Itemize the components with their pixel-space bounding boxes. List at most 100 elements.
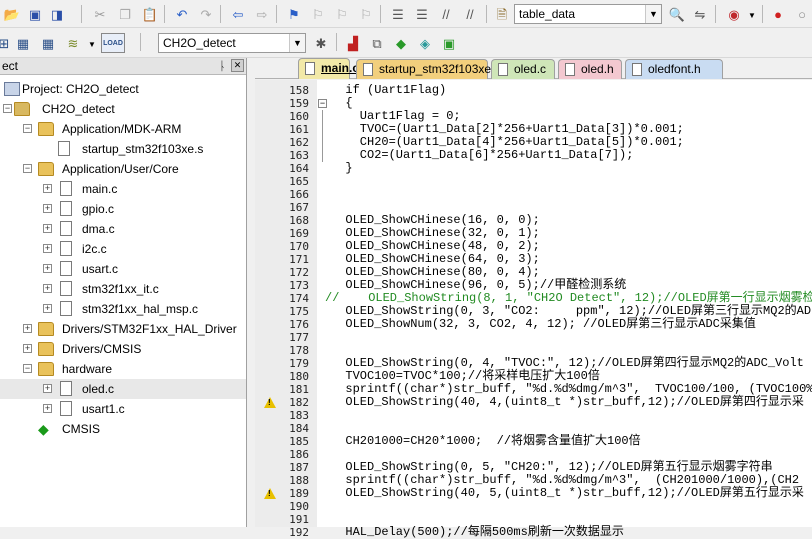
rte-icon[interactable]: ◆ xyxy=(391,33,411,53)
tree-file[interactable]: + oled.c xyxy=(0,379,246,399)
debug-icon[interactable]: ◉ xyxy=(724,4,744,24)
tree-group[interactable]: + Drivers/CMSIS xyxy=(0,339,246,359)
bookmark-clear-icon[interactable]: ⚐ xyxy=(356,4,376,24)
expand-toggle-icon[interactable]: + xyxy=(23,344,32,353)
debug-dropdown-icon[interactable]: ▼ xyxy=(742,6,762,26)
expand-toggle-icon[interactable]: + xyxy=(43,184,52,193)
save-icon[interactable]: ▣ xyxy=(25,4,45,24)
expand-toggle-icon[interactable]: + xyxy=(43,404,52,413)
expand-toggle-icon[interactable]: − xyxy=(23,364,32,373)
expand-toggle-icon[interactable]: + xyxy=(43,304,52,313)
tree-group[interactable]: − hardware xyxy=(0,359,246,379)
redo-icon[interactable]: ↷ xyxy=(196,4,216,24)
select-packs-icon[interactable]: ▣ xyxy=(439,33,459,53)
undo-icon[interactable]: ↶ xyxy=(172,4,192,24)
tree-file[interactable]: + main.c xyxy=(0,179,246,199)
line-number: 186 xyxy=(289,448,309,461)
code-line: } xyxy=(331,161,353,175)
nav-back-icon[interactable]: ⇦ xyxy=(228,4,248,24)
folder-icon xyxy=(38,122,54,136)
batch-build-icon[interactable]: ≋ xyxy=(63,33,83,53)
tree-file[interactable]: + usart1.c xyxy=(0,399,246,419)
line-number: 175 xyxy=(289,305,309,318)
chevron-down-icon[interactable]: ▼ xyxy=(645,5,661,23)
tree-file[interactable]: + stm32f1xx_hal_msp.c xyxy=(0,299,246,319)
target-select[interactable]: CH2O_detect ▼ xyxy=(158,33,306,53)
expand-toggle-icon[interactable]: − xyxy=(3,104,12,113)
rebuild-icon[interactable]: ▦ xyxy=(38,33,58,53)
chevron-down-icon[interactable]: ▼ xyxy=(289,34,305,52)
code-line: CH201000=CH20*1000; //将烟雾含量值扩大100倍 xyxy=(331,434,641,448)
nav-forward-icon[interactable]: ⇨ xyxy=(252,4,272,24)
tab-startup-stm32f103xe-s[interactable]: startup_stm32f103xe.s xyxy=(356,59,500,79)
tab-oled-c[interactable]: oled.c xyxy=(491,59,555,79)
build-icon[interactable]: ▦ xyxy=(13,33,33,53)
tab-main-c[interactable]: main.c xyxy=(298,58,359,79)
expand-toggle-icon[interactable]: + xyxy=(43,264,52,273)
file-icon xyxy=(632,63,642,76)
warning-icon[interactable] xyxy=(264,397,276,408)
comment-icon[interactable]: // xyxy=(436,4,456,24)
expand-toggle-icon[interactable]: − xyxy=(23,124,32,133)
code-line: OLED_ShowNum(32, 3, CO2, 4, 12); //OLED屏… xyxy=(331,317,756,331)
expand-toggle-icon[interactable]: + xyxy=(23,324,32,333)
expand-toggle-icon[interactable]: + xyxy=(43,224,52,233)
tree-item-label: Application/MDK-ARM xyxy=(62,122,182,136)
expand-toggle-icon[interactable]: + xyxy=(43,384,52,393)
tree-item-label: dma.c xyxy=(82,222,115,236)
find-replace-icon[interactable]: ⇋ xyxy=(690,4,710,24)
tab-oledfont-h[interactable]: oledfont.h xyxy=(625,59,723,79)
bookmark-prev-icon[interactable]: ⚐ xyxy=(308,4,328,24)
tree-file[interactable]: + gpio.c xyxy=(0,199,246,219)
tree-file[interactable]: + usart.c xyxy=(0,259,246,279)
tree-group[interactable]: − Application/MDK-ARM xyxy=(0,119,246,139)
tree-group[interactable]: + Drivers/STM32F1xx_HAL_Driver xyxy=(0,319,246,339)
find-in-files-icon[interactable]: 🗎 xyxy=(492,4,512,24)
pin-icon[interactable]: ᚿ xyxy=(219,58,226,74)
file-extensions-icon[interactable]: ⧉ xyxy=(367,33,387,53)
translate-icon[interactable]: ⊞ xyxy=(0,33,14,53)
cut-icon[interactable]: ✂ xyxy=(90,4,110,24)
find-icon[interactable]: 🔍 xyxy=(667,4,687,24)
tree-component[interactable]: ◆ CMSIS xyxy=(0,419,246,439)
batch-dropdown-icon[interactable]: ▼ xyxy=(82,35,102,55)
paste-icon[interactable]: 📋 xyxy=(140,4,160,24)
tree-target[interactable]: − CH2O_detect xyxy=(0,99,246,119)
copy-icon[interactable]: ❐ xyxy=(115,4,135,24)
save-all-icon[interactable]: ◨ xyxy=(47,4,67,24)
open-icon[interactable]: 📂 xyxy=(2,4,22,24)
code-editor[interactable]: 158 159 160 161 162 163 164 165 166 167 168 169 170 1… xyxy=(255,80,812,539)
tree-file[interactable]: + dma.c xyxy=(0,219,246,239)
unindent-icon[interactable]: ☰ xyxy=(412,4,432,24)
breakpoint-disable-icon[interactable]: ○ xyxy=(792,4,812,24)
manage-project-icon[interactable]: ▟ xyxy=(343,33,363,53)
line-number: 190 xyxy=(289,500,309,513)
uncomment-icon[interactable]: // xyxy=(460,4,480,24)
expand-toggle-icon[interactable]: + xyxy=(43,204,52,213)
expand-toggle-icon[interactable]: + xyxy=(43,284,52,293)
bookmark-icon[interactable]: ⚑ xyxy=(284,4,304,24)
line-number: 166 xyxy=(289,188,309,201)
code-line: OLED_ShowString(40, 5,(uint8_t *)str_buf… xyxy=(331,486,804,500)
pack-installer-icon[interactable]: ◈ xyxy=(415,33,435,53)
tree-file[interactable]: + i2c.c xyxy=(0,239,246,259)
expand-toggle-icon[interactable]: + xyxy=(43,244,52,253)
bookmark-next-icon[interactable]: ⚐ xyxy=(332,4,352,24)
indent-icon[interactable]: ☰ xyxy=(388,4,408,24)
project-root[interactable]: Project: CH2O_detect xyxy=(0,79,246,99)
tree-file[interactable]: + stm32f1xx_it.c xyxy=(0,279,246,299)
warning-icon[interactable] xyxy=(264,488,276,499)
tab-oled-h[interactable]: oled.h xyxy=(558,59,622,79)
target-options-icon[interactable]: ✱ xyxy=(311,33,331,53)
load-button[interactable]: LOAD xyxy=(101,33,125,53)
expand-toggle-icon[interactable]: − xyxy=(23,164,32,173)
fold-toggle-icon[interactable]: − xyxy=(318,99,327,108)
tree-group[interactable]: − Application/User/Core xyxy=(0,159,246,179)
target-select-value: CH2O_detect xyxy=(163,36,236,50)
breakpoint-icon[interactable]: ● xyxy=(768,4,788,24)
line-number: 161 xyxy=(289,123,309,136)
close-icon[interactable]: ✕ xyxy=(231,59,244,72)
tree-item-label: CH2O_detect xyxy=(42,102,115,116)
tree-file[interactable]: startup_stm32f103xe.s xyxy=(0,139,246,159)
target-combo[interactable]: table_data ▼ xyxy=(514,4,662,24)
